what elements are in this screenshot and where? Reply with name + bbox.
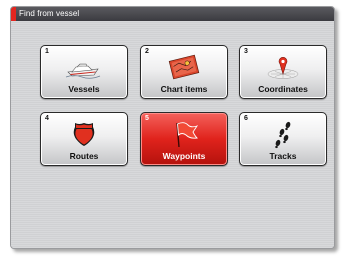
routes-button[interactable]: 4 Routes <box>40 112 128 166</box>
boat-icon <box>65 63 101 79</box>
dialog-title: Find from vessel <box>19 9 80 18</box>
chart-items-icon <box>168 54 200 80</box>
title-accent-bar <box>11 7 16 21</box>
dialog-titlebar: Find from vessel <box>11 7 334 21</box>
coordinates-button[interactable]: 3 Coordinates <box>239 45 327 99</box>
tile-label: Routes <box>69 151 99 161</box>
tile-number: 4 <box>45 115 49 122</box>
waypoints-button[interactable]: 5 Waypoints <box>140 112 228 166</box>
dialog-content: 1 Vessels 2 Chart items 3 Coordinates 4 … <box>11 21 334 248</box>
route-shield-icon <box>73 123 95 146</box>
tile-number: 2 <box>145 48 149 55</box>
tile-number: 6 <box>244 115 248 122</box>
footprints-icon <box>275 121 291 149</box>
coordinates-icon <box>267 57 299 79</box>
tile-label: Tracks <box>269 151 297 161</box>
tile-number: 5 <box>145 115 149 122</box>
tile-number: 3 <box>244 48 248 55</box>
chart-items-button[interactable]: 2 Chart items <box>140 45 228 99</box>
vessels-button[interactable]: 1 Vessels <box>40 45 128 99</box>
tracks-button[interactable]: 6 Tracks <box>239 112 327 166</box>
tile-label: Chart items <box>160 84 208 94</box>
tile-label: Vessels <box>68 84 100 94</box>
tile-label: Coordinates <box>258 84 308 94</box>
tile-number: 1 <box>45 48 49 55</box>
waypoint-flag-icon <box>176 122 199 148</box>
find-from-vessel-dialog: Find from vessel 1 Vessels 2 Chart items… <box>10 6 335 249</box>
tile-label: Waypoints <box>162 151 206 161</box>
